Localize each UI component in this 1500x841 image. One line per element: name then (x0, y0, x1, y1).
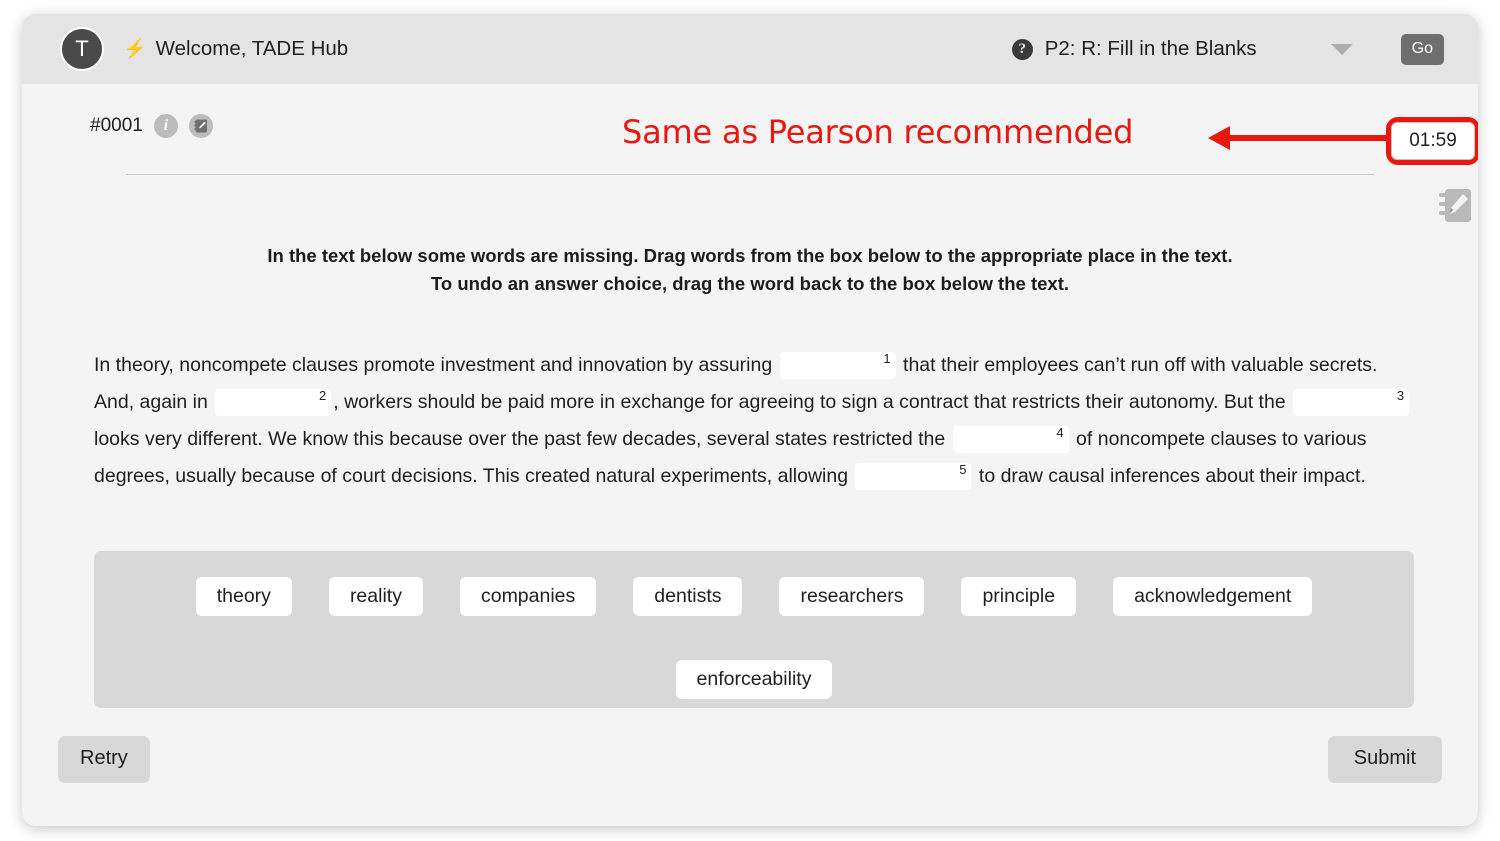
word-chip[interactable]: companies (459, 577, 597, 616)
avatar: T (60, 27, 104, 71)
info-icon[interactable]: i (153, 114, 178, 138)
submit-button[interactable]: Submit (1327, 736, 1442, 783)
blank-number: 1 (883, 351, 891, 367)
passage-segment: to draw causal inferences about their im… (973, 465, 1366, 487)
word-chip[interactable]: reality (328, 577, 423, 616)
passage-text: In theory, noncompete clauses promote in… (94, 347, 1414, 495)
blank-number: 5 (959, 462, 967, 478)
blank-drop-target-4[interactable]: 4 (952, 425, 1069, 454)
blank-number: 3 (1396, 388, 1405, 404)
word-chip[interactable]: principle (961, 577, 1077, 616)
note-icon[interactable] (188, 114, 213, 138)
question-meta: #0001 i (90, 114, 213, 138)
word-chip[interactable]: dentists (633, 577, 743, 616)
blank-drop-target-3[interactable]: 3 (1293, 388, 1410, 417)
welcome-text: Welcome, TADE Hub (155, 37, 349, 60)
help-icon[interactable]: ? (1011, 38, 1033, 60)
timer: 01:59 (1391, 122, 1475, 160)
retry-button[interactable]: Retry (58, 736, 150, 783)
blank-drop-target-2[interactable]: 2 (215, 388, 332, 417)
word-chip[interactable]: enforceability (675, 660, 833, 699)
passage-segment: , workers should be paid more in exchang… (333, 391, 1292, 413)
chevron-down-icon[interactable] (1330, 43, 1353, 55)
instructions-line-1: In the text below some words are missing… (267, 245, 1233, 266)
question-number: #0001 (90, 115, 143, 136)
passage-segment: looks very different. We know this becau… (94, 428, 951, 450)
instructions: In the text below some words are missing… (22, 242, 1478, 298)
annotation-arrow-icon (1208, 126, 1402, 150)
blank-drop-target-1[interactable]: 1 (779, 351, 896, 380)
bolt-icon: ⚡ (123, 38, 147, 60)
activity-name: P2: R: Fill in the Blanks (1044, 37, 1257, 60)
annotation-label: Same as Pearson recommended (622, 113, 1134, 151)
app-card: T ⚡ Welcome, TADE Hub ? P2: R: Fill in t… (22, 14, 1478, 826)
header-right-group: ? P2: R: Fill in the Blanks Go (1011, 14, 1444, 84)
notepad-pencil-icon[interactable] (1436, 186, 1478, 226)
blank-drop-target-5[interactable]: 5 (855, 462, 972, 491)
go-button[interactable]: Go (1400, 33, 1444, 65)
instructions-line-2: To undo an answer choice, drag the word … (431, 273, 1069, 294)
blank-number: 2 (319, 388, 327, 404)
word-chip[interactable]: acknowledgement (1113, 577, 1313, 616)
word-chip[interactable]: researchers (779, 577, 925, 616)
header-bar: T ⚡ Welcome, TADE Hub ? P2: R: Fill in t… (22, 14, 1478, 84)
header-divider (126, 174, 1374, 175)
passage-segment: In theory, noncompete clauses promote in… (94, 354, 778, 376)
word-bank: theory reality companies dentists researcher… (94, 551, 1414, 708)
word-chip[interactable]: theory (195, 577, 292, 616)
blank-number: 4 (1056, 425, 1064, 441)
